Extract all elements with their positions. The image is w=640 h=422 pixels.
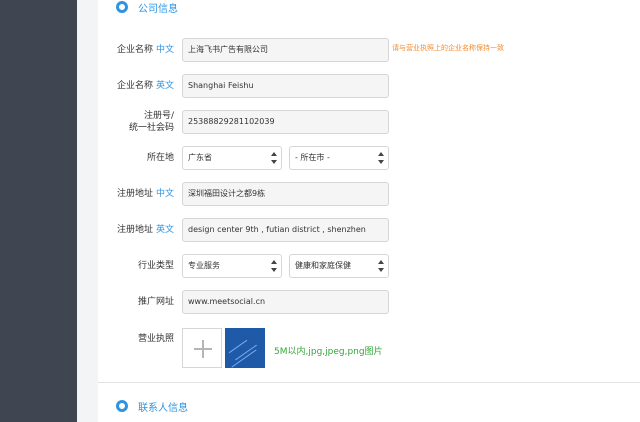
website-input[interactable]: www.meetsocial.cn [182,290,389,314]
address-cn-label: 注册地址 中文 [98,188,174,200]
company-name-en-label: 企业名称 英文 [98,80,174,92]
address-cn-label-text: 注册地址 [116,189,153,199]
plus-icon-vertical [202,340,204,358]
industry-primary-select[interactable]: 专业服务 [182,254,282,278]
app: 公司信息 企业名称 中文 上海飞书广告有限公司 请与营业执照上的企业名称保持一致 … [0,0,640,422]
select-arrows-icon [378,152,384,164]
industry-secondary-select[interactable]: 健康和家庭保健 [289,254,389,278]
address-en-input[interactable]: design center 9th , futian district , sh… [182,218,389,242]
license-thumbnail[interactable] [225,328,265,368]
company-name-en-label-text: 企业名称 [116,81,153,91]
address-en-label-text: 注册地址 [116,225,153,235]
address-cn-input[interactable]: 深圳福田设计之都9栋 [182,182,389,206]
section-dot-icon [116,400,128,412]
contact-section-header: 联系人信息 [116,398,188,414]
section-dot-icon [116,1,128,13]
address-cn-lang: 中文 [155,189,174,199]
address-en-lang: 英文 [155,225,174,235]
location-label: 所在地 [146,153,174,163]
select-arrows-icon [271,152,277,164]
thumb-line [228,339,248,354]
industry-label: 行业类型 [137,261,174,271]
license-upload-button[interactable] [182,328,222,368]
license-upload-hint: 5M以内,jpg,jpeg,png图片 [274,347,383,357]
company-name-cn-label-text: 企业名称 [116,45,153,55]
industry-primary-value: 专业服务 [188,261,220,270]
city-select[interactable]: - 所在市 - [289,146,389,170]
company-name-en-lang: 英文 [155,81,174,91]
website-label: 推广网址 [137,297,174,307]
industry-secondary-value: 健康和家庭保健 [295,261,351,270]
left-sidebar [0,0,77,422]
company-name-en-input[interactable]: Shanghai Feishu [182,74,389,98]
city-select-value: - 所在市 - [295,153,330,162]
section-divider [98,382,640,383]
province-select[interactable]: 广东省 [182,146,282,170]
reg-number-label: 注册号/ 统一社会码 [98,110,174,134]
form-panel: 公司信息 企业名称 中文 上海飞书广告有限公司 请与营业执照上的企业名称保持一致 … [98,0,640,422]
company-name-cn-lang: 中文 [155,45,174,55]
select-arrows-icon [378,260,384,272]
reg-number-label-line1: 注册号/ [143,111,174,121]
company-name-cn-label: 企业名称 中文 [98,44,174,56]
thumb-line [235,344,257,361]
company-section-title: 公司信息 [138,3,178,15]
reg-number-input[interactable]: 25388829281102039 [182,110,389,134]
select-arrows-icon [271,260,277,272]
content-gutter [77,0,98,422]
company-name-cn-input[interactable]: 上海飞书广告有限公司 [182,38,389,62]
reg-number-label-line2: 统一社会码 [128,123,174,133]
company-section-header: 公司信息 [116,0,178,15]
contact-section-title: 联系人信息 [138,402,188,414]
address-en-label: 注册地址 英文 [98,224,174,236]
license-label: 营业执照 [137,334,174,344]
province-select-value: 广东省 [188,153,212,162]
company-name-hint: 请与营业执照上的企业名称保持一致 [392,44,504,52]
